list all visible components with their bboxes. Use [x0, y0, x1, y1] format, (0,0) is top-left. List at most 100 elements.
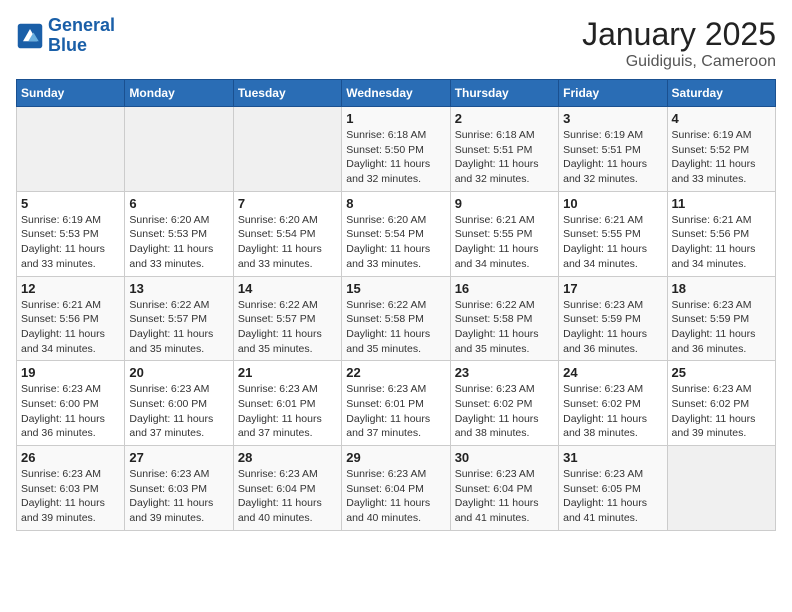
day-number: 4	[672, 111, 771, 126]
day-info: Sunrise: 6:23 AM Sunset: 6:04 PM Dayligh…	[455, 467, 554, 526]
day-number: 9	[455, 196, 554, 211]
day-number: 21	[238, 365, 337, 380]
day-info: Sunrise: 6:23 AM Sunset: 6:02 PM Dayligh…	[563, 382, 662, 441]
day-info: Sunrise: 6:23 AM Sunset: 6:01 PM Dayligh…	[238, 382, 337, 441]
day-number: 25	[672, 365, 771, 380]
day-info: Sunrise: 6:23 AM Sunset: 6:01 PM Dayligh…	[346, 382, 445, 441]
calendar-table: SundayMondayTuesdayWednesdayThursdayFrid…	[16, 79, 776, 531]
day-info: Sunrise: 6:22 AM Sunset: 5:57 PM Dayligh…	[238, 298, 337, 357]
calendar-cell: 20 Sunrise: 6:23 AM Sunset: 6:00 PM Dayli…	[125, 361, 233, 446]
day-info: Sunrise: 6:18 AM Sunset: 5:50 PM Dayligh…	[346, 128, 445, 187]
calendar-cell: 31 Sunrise: 6:23 AM Sunset: 6:05 PM Dayli…	[559, 446, 667, 531]
calendar-body: 1 Sunrise: 6:18 AM Sunset: 5:50 PM Daylig…	[17, 107, 776, 531]
week-row-1: 1 Sunrise: 6:18 AM Sunset: 5:50 PM Daylig…	[17, 107, 776, 192]
calendar-cell: 8 Sunrise: 6:20 AM Sunset: 5:54 PM Daylig…	[342, 191, 450, 276]
calendar-cell: 28 Sunrise: 6:23 AM Sunset: 6:04 PM Dayli…	[233, 446, 341, 531]
day-number: 5	[21, 196, 120, 211]
day-info: Sunrise: 6:22 AM Sunset: 5:58 PM Dayligh…	[346, 298, 445, 357]
calendar-cell: 3 Sunrise: 6:19 AM Sunset: 5:51 PM Daylig…	[559, 107, 667, 192]
logo-line1: General	[48, 15, 115, 35]
weekday-header-sunday: Sunday	[17, 80, 125, 107]
day-info: Sunrise: 6:21 AM Sunset: 5:55 PM Dayligh…	[563, 213, 662, 272]
day-number: 1	[346, 111, 445, 126]
calendar-cell: 21 Sunrise: 6:23 AM Sunset: 6:01 PM Dayli…	[233, 361, 341, 446]
day-number: 23	[455, 365, 554, 380]
day-number: 24	[563, 365, 662, 380]
calendar-cell: 18Sunrise: 6:23 AM Sunset: 5:59 PM Dayli…	[667, 276, 775, 361]
day-info: Sunrise: 6:23 AM Sunset: 6:02 PM Dayligh…	[455, 382, 554, 441]
day-info: Sunrise: 6:23 AM Sunset: 6:03 PM Dayligh…	[21, 467, 120, 526]
day-number: 22	[346, 365, 445, 380]
day-number: 31	[563, 450, 662, 465]
calendar-cell: 19 Sunrise: 6:23 AM Sunset: 6:00 PM Dayli…	[17, 361, 125, 446]
day-info: Sunrise: 6:18 AM Sunset: 5:51 PM Dayligh…	[455, 128, 554, 187]
weekday-header-thursday: Thursday	[450, 80, 558, 107]
day-number: 2	[455, 111, 554, 126]
week-row-4: 19 Sunrise: 6:23 AM Sunset: 6:00 PM Dayli…	[17, 361, 776, 446]
calendar-cell	[17, 107, 125, 192]
calendar-cell: 15 Sunrise: 6:22 AM Sunset: 5:58 PM Dayli…	[342, 276, 450, 361]
day-info: Sunrise: 6:19 AM Sunset: 5:52 PM Dayligh…	[672, 128, 771, 187]
calendar-cell: 14Sunrise: 6:22 AM Sunset: 5:57 PM Dayli…	[233, 276, 341, 361]
calendar-cell: 22 Sunrise: 6:23 AM Sunset: 6:01 PM Dayli…	[342, 361, 450, 446]
day-number: 10	[563, 196, 662, 211]
calendar-cell	[125, 107, 233, 192]
day-number: 11	[672, 196, 771, 211]
calendar-cell: 30 Sunrise: 6:23 AM Sunset: 6:04 PM Dayli…	[450, 446, 558, 531]
day-number: 27	[129, 450, 228, 465]
calendar-cell: 16 Sunrise: 6:22 AM Sunset: 5:58 PM Dayli…	[450, 276, 558, 361]
day-number: 3	[563, 111, 662, 126]
calendar-cell: 2 Sunrise: 6:18 AM Sunset: 5:51 PM Daylig…	[450, 107, 558, 192]
calendar-cell: 26 Sunrise: 6:23 AM Sunset: 6:03 PM Dayli…	[17, 446, 125, 531]
day-info: Sunrise: 6:23 AM Sunset: 6:00 PM Dayligh…	[129, 382, 228, 441]
day-number: 28	[238, 450, 337, 465]
day-info: Sunrise: 6:19 AM Sunset: 5:53 PM Dayligh…	[21, 213, 120, 272]
day-number: 30	[455, 450, 554, 465]
calendar-cell: 6Sunrise: 6:20 AM Sunset: 5:53 PM Daylig…	[125, 191, 233, 276]
day-info: Sunrise: 6:22 AM Sunset: 5:57 PM Dayligh…	[129, 298, 228, 357]
day-info: Sunrise: 6:23 AM Sunset: 5:59 PM Dayligh…	[672, 298, 771, 357]
day-number: 17	[563, 281, 662, 296]
calendar-cell: 5 Sunrise: 6:19 AM Sunset: 5:53 PM Daylig…	[17, 191, 125, 276]
weekday-header-monday: Monday	[125, 80, 233, 107]
calendar-cell: 24 Sunrise: 6:23 AM Sunset: 6:02 PM Dayli…	[559, 361, 667, 446]
day-info: Sunrise: 6:23 AM Sunset: 6:04 PM Dayligh…	[238, 467, 337, 526]
week-row-3: 12Sunrise: 6:21 AM Sunset: 5:56 PM Dayli…	[17, 276, 776, 361]
calendar-cell: 1 Sunrise: 6:18 AM Sunset: 5:50 PM Daylig…	[342, 107, 450, 192]
day-number: 12	[21, 281, 120, 296]
day-number: 26	[21, 450, 120, 465]
day-number: 13	[129, 281, 228, 296]
calendar-cell: 23 Sunrise: 6:23 AM Sunset: 6:02 PM Dayli…	[450, 361, 558, 446]
week-row-5: 26 Sunrise: 6:23 AM Sunset: 6:03 PM Dayli…	[17, 446, 776, 531]
calendar-cell: 13 Sunrise: 6:22 AM Sunset: 5:57 PM Dayli…	[125, 276, 233, 361]
calendar-title: January 2025	[582, 16, 776, 53]
calendar-cell: 9Sunrise: 6:21 AM Sunset: 5:55 PM Daylig…	[450, 191, 558, 276]
day-info: Sunrise: 6:23 AM Sunset: 6:04 PM Dayligh…	[346, 467, 445, 526]
weekday-header-tuesday: Tuesday	[233, 80, 341, 107]
day-number: 15	[346, 281, 445, 296]
logo-icon	[16, 22, 44, 50]
logo: General Blue	[16, 16, 115, 56]
day-info: Sunrise: 6:20 AM Sunset: 5:54 PM Dayligh…	[346, 213, 445, 272]
day-number: 20	[129, 365, 228, 380]
day-number: 6	[129, 196, 228, 211]
day-info: Sunrise: 6:19 AM Sunset: 5:51 PM Dayligh…	[563, 128, 662, 187]
day-number: 8	[346, 196, 445, 211]
day-info: Sunrise: 6:22 AM Sunset: 5:58 PM Dayligh…	[455, 298, 554, 357]
logo-text: General Blue	[48, 16, 115, 56]
day-info: Sunrise: 6:23 AM Sunset: 6:03 PM Dayligh…	[129, 467, 228, 526]
day-number: 19	[21, 365, 120, 380]
weekday-header-saturday: Saturday	[667, 80, 775, 107]
day-number: 16	[455, 281, 554, 296]
calendar-cell: 17Sunrise: 6:23 AM Sunset: 5:59 PM Dayli…	[559, 276, 667, 361]
calendar-cell: 11Sunrise: 6:21 AM Sunset: 5:56 PM Dayli…	[667, 191, 775, 276]
weekday-header-friday: Friday	[559, 80, 667, 107]
calendar-subtitle: Guidiguis, Cameroon	[582, 53, 776, 71]
calendar-cell: 7Sunrise: 6:20 AM Sunset: 5:54 PM Daylig…	[233, 191, 341, 276]
day-info: Sunrise: 6:23 AM Sunset: 6:02 PM Dayligh…	[672, 382, 771, 441]
day-info: Sunrise: 6:23 AM Sunset: 6:05 PM Dayligh…	[563, 467, 662, 526]
calendar-cell	[233, 107, 341, 192]
page-header: General Blue January 2025 Guidiguis, Cam…	[16, 16, 776, 71]
calendar-cell	[667, 446, 775, 531]
day-info: Sunrise: 6:23 AM Sunset: 6:00 PM Dayligh…	[21, 382, 120, 441]
